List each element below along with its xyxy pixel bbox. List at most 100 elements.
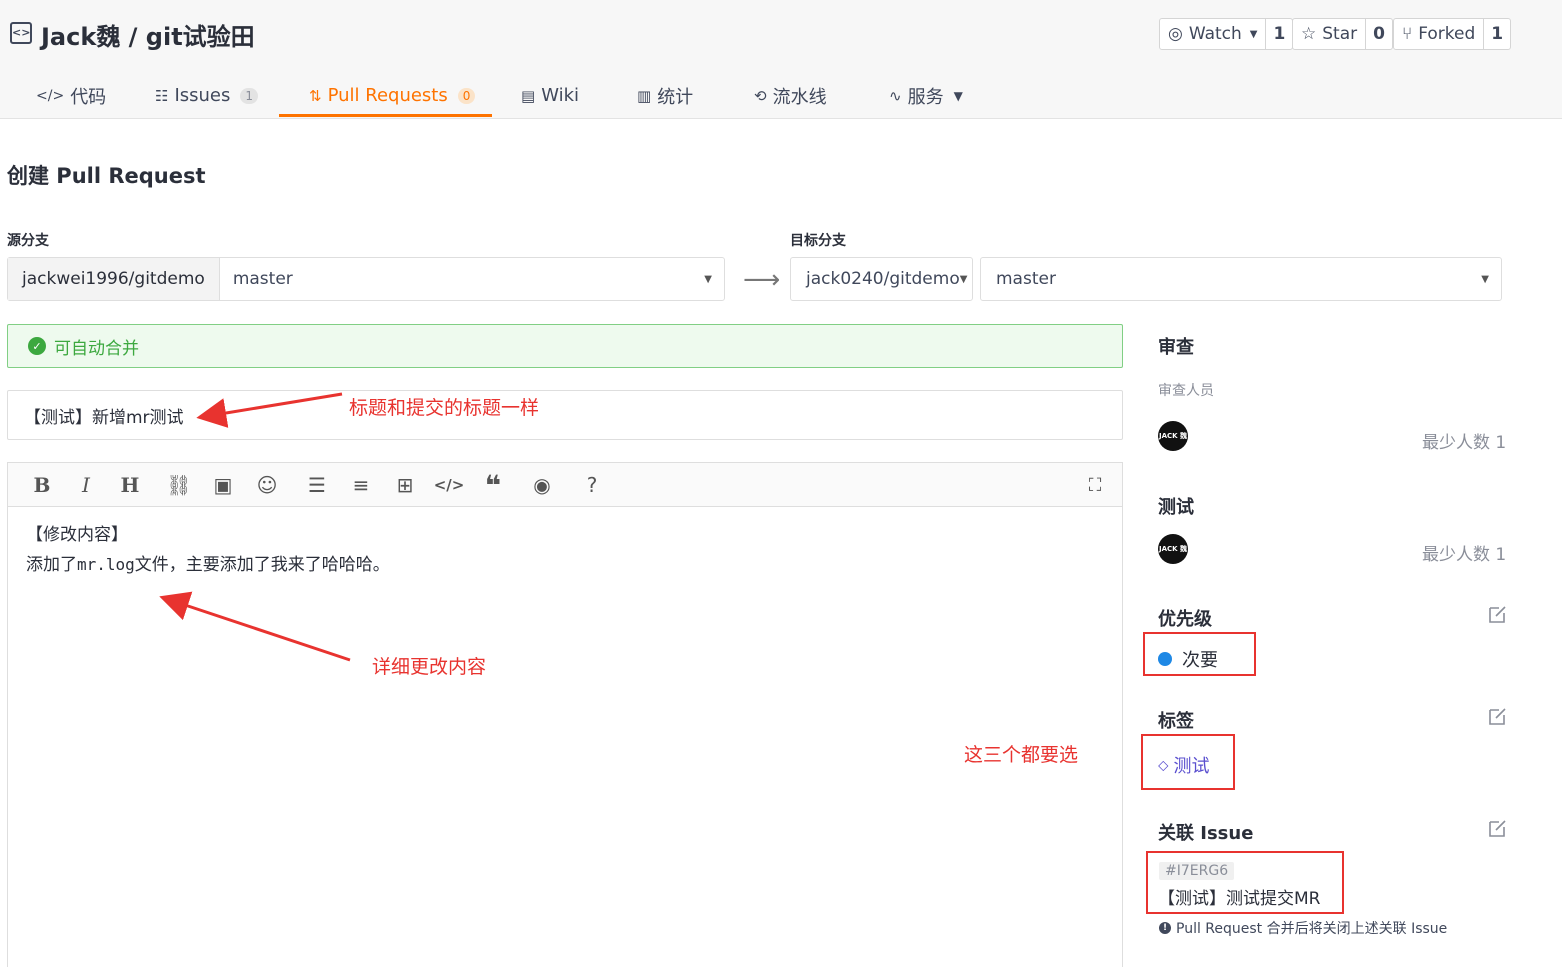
edit-icon[interactable]: [1488, 604, 1508, 624]
bold-icon[interactable]: B: [28, 471, 56, 499]
repo-tabs: </> 代码 ☷ Issues 1 ⇅ Pull Requests 0 ▤ Wi…: [0, 72, 1562, 119]
arrow-right-icon: ⟶: [743, 265, 781, 295]
issues-count-badge: 1: [240, 87, 259, 104]
pulse-icon: ∿: [889, 86, 902, 105]
tab-pipeline[interactable]: ⟲ 流水线: [754, 72, 827, 119]
editor-toolbar: B I H ⛓ ▣ ☺ ☰ ≡ ⊞ </> ❝ ◉ ? ⛶: [8, 463, 1122, 507]
tab-services[interactable]: ∿ 服务 ▼: [889, 72, 963, 119]
title-note: 标题和提交的标题一样: [349, 397, 540, 419]
issue-heading: 关联 Issue: [1158, 823, 1254, 844]
editor-code-text: mr.log: [77, 555, 135, 574]
target-branch-label: 目标分支: [790, 233, 846, 249]
code-icon[interactable]: </>: [434, 471, 465, 499]
edit-icon[interactable]: [1488, 706, 1508, 726]
pr-count-badge: 0: [457, 87, 476, 104]
help-icon[interactable]: ?: [578, 471, 606, 499]
pr-title-input[interactable]: 【测试】新增mr测试: [7, 390, 1123, 440]
fullscreen-icon[interactable]: ⛶: [1081, 471, 1109, 499]
quote-icon[interactable]: ❝: [479, 469, 507, 502]
heading-icon[interactable]: H: [116, 471, 144, 499]
link-icon[interactable]: ⛓: [165, 471, 193, 499]
body-note: 详细更改内容: [372, 656, 487, 678]
star-count[interactable]: 0: [1365, 19, 1392, 49]
forked-button[interactable]: ⑂ Forked 1: [1393, 18, 1512, 50]
tab-wiki[interactable]: ▤ Wiki: [521, 72, 579, 119]
emoji-icon[interactable]: ☺: [253, 471, 281, 499]
tab-label: 统计: [657, 86, 694, 108]
preview-eye-icon[interactable]: ◉: [528, 471, 556, 499]
bar-chart-icon: ▥: [637, 86, 652, 105]
repo-header: <> Jack魏 / git试验田 ◎ Watch ▼ 1 ☆ Star 0 ⑂ For…: [0, 0, 1562, 119]
source-branch-label: 源分支: [7, 233, 49, 249]
book-icon: ▤: [521, 86, 536, 105]
watch-button[interactable]: ◎ Watch ▼ 1: [1159, 18, 1294, 50]
issue-note: ! Pull Request 合并后将关闭上述关联 Issue: [1159, 918, 1447, 938]
label-highlight: [1141, 734, 1235, 790]
editor-content[interactable]: 【修改内容】 添加了mr.log文件，主要添加了我来了哈哈哈。: [8, 507, 1122, 594]
italic-icon[interactable]: I: [72, 471, 100, 499]
labels-heading: 标签: [1158, 711, 1194, 732]
table-icon[interactable]: ⊞: [391, 471, 419, 499]
target-repo-select[interactable]: jack0240/gitdemo ▼: [790, 257, 973, 301]
avatar[interactable]: JACK 魏: [1158, 534, 1188, 564]
caret-down-icon: ▼: [704, 273, 712, 285]
description-editor[interactable]: B I H ⛓ ▣ ☺ ☰ ≡ ⊞ </> ❝ ◉ ? ⛶ 【修改内容】 添加了…: [7, 462, 1123, 967]
edit-icon[interactable]: [1488, 818, 1508, 838]
caret-down-icon: ▼: [1249, 28, 1258, 40]
editor-line-1: 【修改内容】: [26, 525, 128, 545]
caret-down-icon: ▼: [959, 273, 968, 285]
pr-title-value: 【测试】新增mr测试: [24, 407, 184, 428]
active-tab-indicator: [279, 114, 492, 117]
star-button[interactable]: ☆ Star 0: [1292, 18, 1393, 50]
tab-code[interactable]: </> 代码: [36, 72, 106, 119]
pipeline-icon: ⟲: [754, 86, 767, 105]
check-circle-icon: ✓: [28, 337, 46, 355]
reviewers-label: 审查人员: [1158, 383, 1214, 399]
tab-label: Pull Requests: [327, 85, 448, 106]
merge-status-text: 可自动合并: [54, 338, 139, 359]
eye-icon: ◎: [1168, 24, 1183, 44]
caret-down-icon: ▼: [953, 88, 963, 103]
pull-request-icon: ⇅: [309, 86, 322, 105]
reviewer-min-count: 最少人数 1: [1422, 433, 1507, 453]
target-branch-select[interactable]: master ▼: [980, 257, 1502, 301]
tab-stats[interactable]: ▥ 统计: [637, 72, 693, 119]
star-icon: ☆: [1301, 24, 1317, 44]
watch-label: Watch: [1188, 24, 1242, 44]
forked-label: Forked: [1418, 24, 1476, 44]
page-title: 创建 Pull Request: [7, 164, 206, 188]
watch-count[interactable]: 1: [1265, 19, 1292, 49]
repo-code-icon: <>: [10, 22, 32, 44]
tab-label: Issues: [174, 85, 231, 106]
issue-note-text: Pull Request 合并后将关闭上述关联 Issue: [1176, 921, 1448, 937]
merge-status-banner: ✓ 可自动合并: [7, 324, 1123, 368]
tester-min-count: 最少人数 1: [1422, 545, 1507, 565]
repo-title[interactable]: Jack魏 / git试验田: [41, 17, 255, 52]
tab-label: 代码: [70, 86, 107, 108]
numbered-list-icon[interactable]: ≡: [347, 471, 375, 499]
source-branch-select[interactable]: jackwei1996/gitdemo master ▼: [7, 257, 725, 301]
fork-icon: ⑂: [1402, 24, 1413, 44]
info-icon: !: [1159, 922, 1171, 934]
star-label: Star: [1322, 24, 1358, 44]
target-branch: master: [996, 269, 1056, 289]
tab-label: Wiki: [541, 85, 580, 106]
tab-pull-requests[interactable]: ⇅ Pull Requests 0: [309, 72, 476, 119]
priority-heading: 优先级: [1158, 609, 1212, 630]
review-heading: 审查: [1158, 337, 1194, 358]
tab-label: 流水线: [772, 86, 827, 108]
image-icon[interactable]: ▣: [209, 471, 237, 499]
test-heading: 测试: [1158, 497, 1194, 518]
tab-issues[interactable]: ☷ Issues 1: [155, 72, 259, 119]
select-note: 这三个都要选: [964, 744, 1079, 766]
editor-line-2: 添加了mr.log文件，主要添加了我来了哈哈哈。: [26, 550, 1104, 580]
forked-count[interactable]: 1: [1483, 19, 1510, 49]
issues-icon: ☷: [155, 86, 169, 105]
source-branch: master: [232, 269, 293, 289]
priority-highlight: [1143, 632, 1256, 676]
issue-highlight: [1146, 851, 1344, 914]
tab-label: 服务: [907, 86, 944, 108]
avatar[interactable]: JACK 魏: [1158, 421, 1188, 451]
code-icon: </>: [36, 87, 65, 104]
bullet-list-icon[interactable]: ☰: [303, 471, 331, 499]
